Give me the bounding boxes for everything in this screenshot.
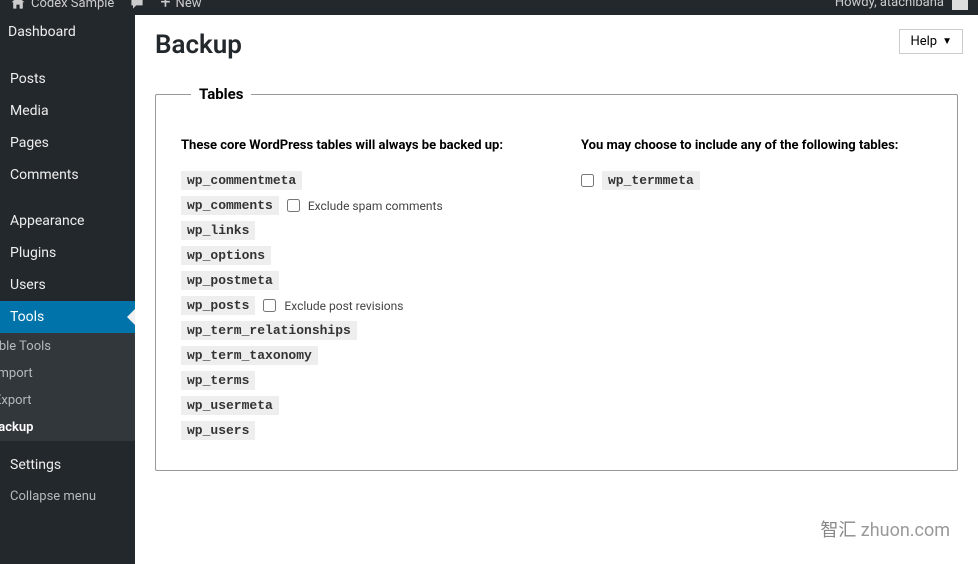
table-name: wp_commentmeta xyxy=(181,171,302,190)
exclude-spam-checkbox[interactable] xyxy=(287,199,300,212)
sidebar-sub-backup[interactable]: Backup xyxy=(0,414,135,441)
core-tables-list: wp_commentmeta wp_comments Exclude spam … xyxy=(181,171,551,440)
site-link[interactable]: Codex Sample xyxy=(10,0,114,11)
howdy-text[interactable]: Howdy, atachibana xyxy=(835,0,944,10)
sidebar-item-pages[interactable]: Pages xyxy=(0,127,135,159)
optional-tables-list: wp_termmeta xyxy=(581,171,932,190)
new-link[interactable]: + New xyxy=(160,0,201,12)
sidebar-sub-export[interactable]: Export xyxy=(0,387,135,414)
sidebar-item-appearance[interactable]: Appearance xyxy=(0,205,135,237)
tables-fieldset: Tables These core WordPress tables will … xyxy=(155,85,958,471)
exclude-spam-label: Exclude spam comments xyxy=(308,199,443,213)
table-row: wp_options xyxy=(181,246,551,265)
sidebar-item-users[interactable]: Users xyxy=(0,269,135,301)
help-label: Help xyxy=(910,34,937,49)
table-name: wp_termmeta xyxy=(602,171,700,190)
exclude-revisions-checkbox[interactable] xyxy=(263,299,276,312)
core-tables-heading: These core WordPress tables will always … xyxy=(181,138,551,153)
table-name: wp_term_taxonomy xyxy=(181,346,318,365)
table-row: wp_comments Exclude spam comments xyxy=(181,196,551,215)
sidebar-item-tools[interactable]: Tools xyxy=(0,301,135,333)
sidebar-sub-available-tools[interactable]: Available Tools xyxy=(0,333,135,360)
table-row: wp_users xyxy=(181,421,551,440)
main-content: Help ▼ Backup Tables These core WordPres… xyxy=(135,15,978,564)
sidebar-item-plugins[interactable]: Plugins xyxy=(0,237,135,269)
table-name: wp_users xyxy=(181,421,255,440)
table-row: wp_commentmeta xyxy=(181,171,551,190)
page-title: Backup xyxy=(155,30,958,60)
sidebar-item-settings[interactable]: Settings xyxy=(0,449,135,481)
table-row: wp_termmeta xyxy=(581,171,932,190)
exclude-revisions-label: Exclude post revisions xyxy=(284,299,403,313)
fieldset-legend: Tables xyxy=(191,85,251,103)
sidebar-item-comments[interactable]: Comments xyxy=(0,159,135,191)
table-row: wp_terms xyxy=(181,371,551,390)
table-name: wp_posts xyxy=(181,296,255,315)
plus-icon: + xyxy=(160,0,170,12)
admin-sidebar: Dashboard Posts Media Pages Comments App… xyxy=(0,15,135,564)
collapse-menu[interactable]: Collapse menu xyxy=(0,481,135,512)
table-row: wp_postmeta xyxy=(181,271,551,290)
table-name: wp_postmeta xyxy=(181,271,279,290)
table-name: wp_comments xyxy=(181,196,279,215)
sidebar-item-media[interactable]: Media xyxy=(0,95,135,127)
optional-tables-heading: You may choose to include any of the fol… xyxy=(581,138,932,153)
table-name: wp_term_relationships xyxy=(181,321,357,340)
avatar[interactable] xyxy=(952,0,968,10)
help-button[interactable]: Help ▼ xyxy=(899,29,963,54)
table-name: wp_options xyxy=(181,246,271,265)
table-name: wp_terms xyxy=(181,371,255,390)
table-row: wp_term_taxonomy xyxy=(181,346,551,365)
include-termmeta-checkbox[interactable] xyxy=(581,174,594,187)
home-icon xyxy=(10,0,26,11)
comment-icon xyxy=(129,0,145,11)
site-name: Codex Sample xyxy=(31,0,114,11)
table-name: wp_links xyxy=(181,221,255,240)
table-row: wp_usermeta xyxy=(181,396,551,415)
table-name: wp_usermeta xyxy=(181,396,279,415)
watermark: 智汇 zhuon.com xyxy=(820,516,950,542)
sidebar-sub-import[interactable]: Import xyxy=(0,360,135,387)
sidebar-item-posts[interactable]: Posts xyxy=(0,63,135,95)
sidebar-item-dashboard[interactable]: Dashboard xyxy=(0,15,135,49)
table-row: wp_links xyxy=(181,221,551,240)
new-label: New xyxy=(176,0,202,11)
table-row: wp_posts Exclude post revisions xyxy=(181,296,551,315)
table-row: wp_term_relationships xyxy=(181,321,551,340)
comments-link[interactable] xyxy=(129,0,145,11)
chevron-down-icon: ▼ xyxy=(942,36,952,47)
